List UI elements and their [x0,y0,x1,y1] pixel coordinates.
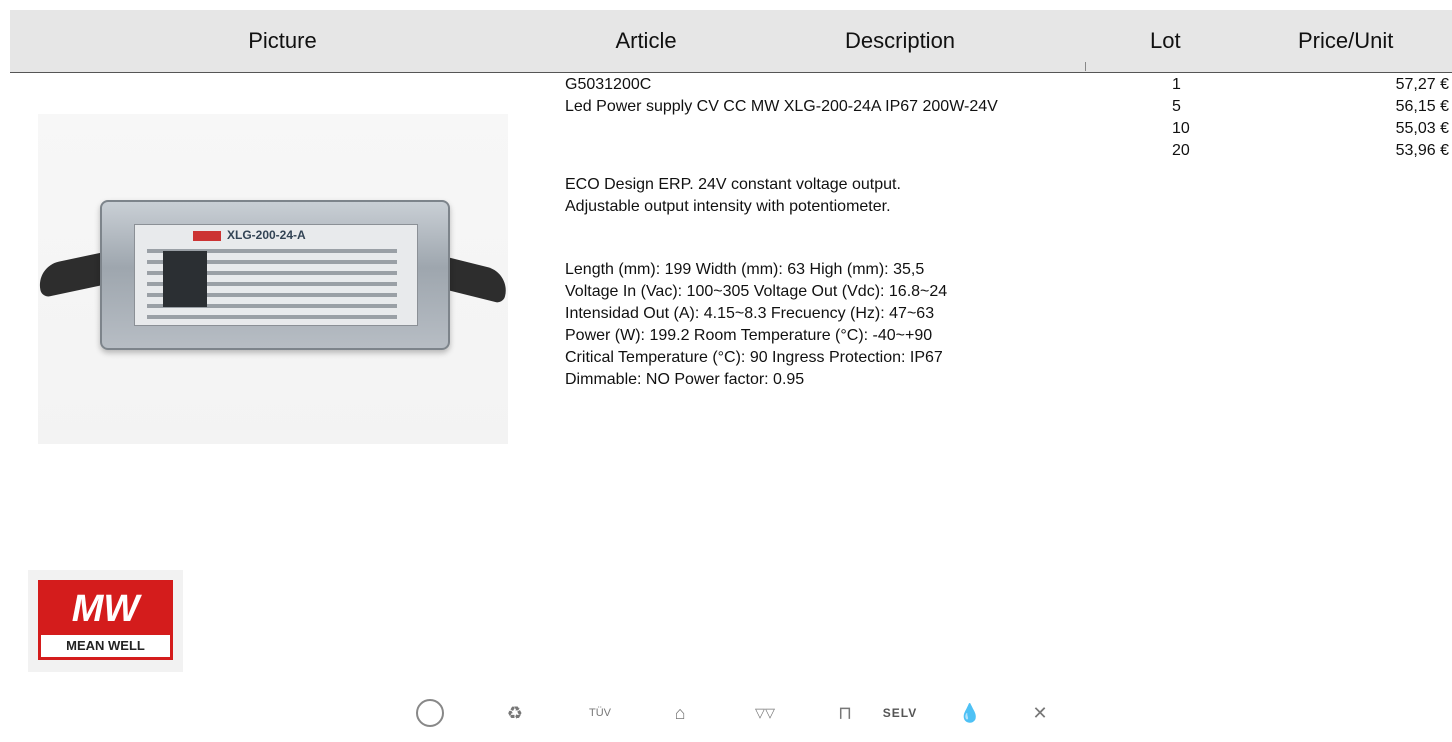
header-description: Description [845,28,956,53]
spec-line: Length (mm): 199 Width (mm): 63 High (mm… [565,261,925,278]
fire-rating-icon: ▽▽ [755,705,775,720]
header-price: Price/Unit [1298,28,1394,53]
spec-line: Critical Temperature (°C): 90 Ingress Pr… [565,349,943,366]
lot-value: 10 [1172,120,1190,137]
spec-line: Intensidad Out (A): 4.15~8.3 Frecuency (… [565,305,935,322]
product-image: XLG-200-24-A [35,114,511,444]
header-picture: Picture [248,28,317,53]
selv-icon: SELV [882,706,918,720]
lot-value: 20 [1172,142,1190,159]
column-divider [1085,62,1086,71]
price-value: 53,96 € [1395,142,1449,159]
header-article: Article [615,28,677,53]
spec-line: Dimmable: NO Power factor: 0.95 [565,371,805,388]
table-header: Picture Article Description Lot Price/Un… [10,10,1452,73]
psu-label: XLG-200-24-A [134,224,418,326]
sealed-icon: ⊓ [837,702,853,723]
header-lot: Lot [1150,28,1181,53]
price-value: 56,15 € [1395,98,1449,115]
description-line: Adjustable output intensity with potenti… [565,198,891,215]
psu-body: XLG-200-24-A [100,200,450,350]
spec-line: Power (W): 199.2 Room Temperature (°C): … [565,327,933,344]
ip-rating-icon: ⌂ [674,702,686,723]
mean-well-logo: MW MEAN WELL [38,580,173,660]
label-dark-panel [163,251,207,307]
brand-logo: MW MEAN WELL [28,570,183,672]
lot-value: 1 [1172,76,1181,93]
lot-value: 5 [1172,98,1181,115]
product-specs: Length (mm): 199 Width (mm): 63 High (mm… [565,259,947,391]
price-value: 57,27 € [1395,76,1449,93]
water-icon: 💧 [958,702,982,723]
weee-bin-icon: ♻ [506,702,524,723]
class-ii-icon [415,698,445,728]
logo-letters: MW [71,588,140,630]
article-name: Led Power supply CV CC MW XLG-200-24A IP… [565,98,998,115]
price-value: 55,03 € [1395,120,1449,137]
no-hazard-icon: ✕ [1032,702,1048,723]
description-line: ECO Design ERP. 24V constant voltage out… [565,176,901,193]
logo-name: MEAN WELL [41,635,170,657]
brand-mark [193,231,221,241]
tuv-icon: TÜV [589,707,611,719]
product-description: ECO Design ERP. 24V constant voltage out… [565,174,901,218]
psu-model: XLG-200-24-A [227,228,306,242]
article-code: G5031200C [565,76,652,93]
spec-line: Voltage In (Vac): 100~305 Voltage Out (V… [565,283,948,300]
